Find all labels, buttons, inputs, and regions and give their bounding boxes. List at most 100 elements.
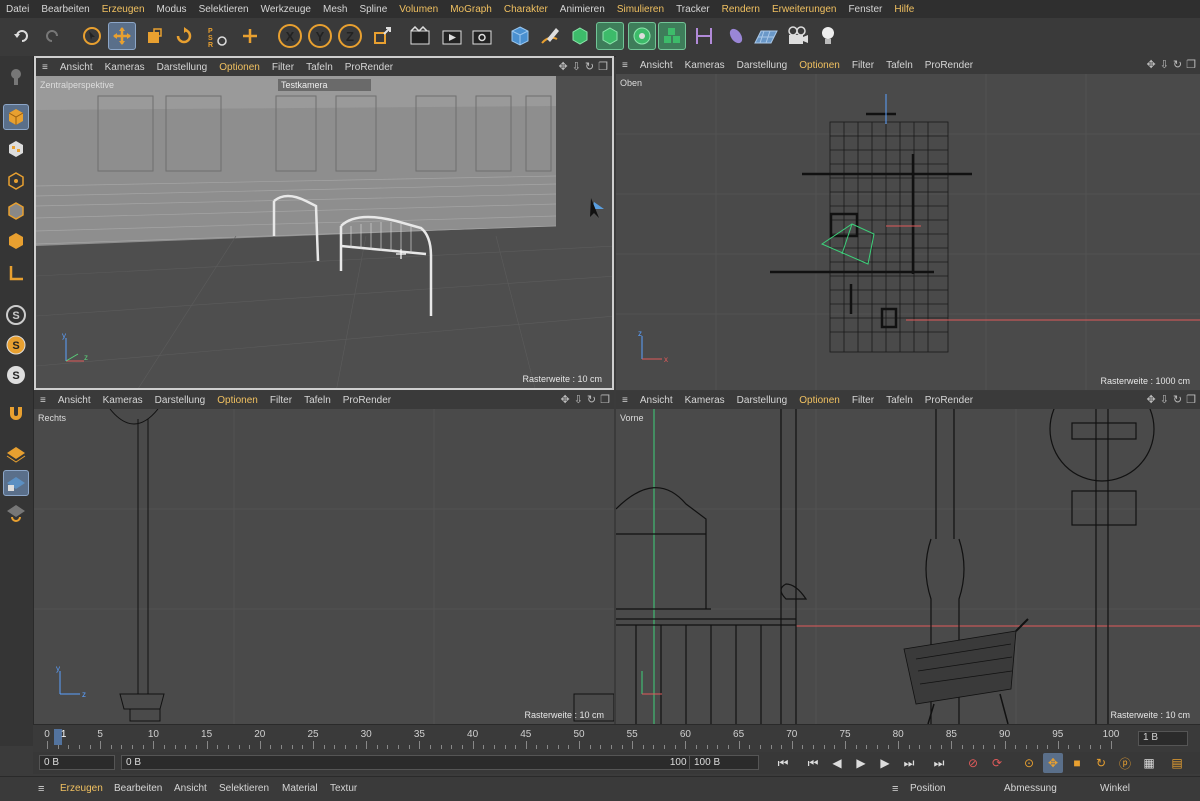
snap-icon[interactable]: S xyxy=(3,302,29,328)
key-position-icon[interactable]: ✥ xyxy=(1043,753,1063,773)
menu-item-volumen[interactable]: Volumen xyxy=(393,4,444,15)
cube-icon[interactable] xyxy=(506,22,534,50)
viewport-menu-darstellung[interactable]: Darstellung xyxy=(731,60,794,71)
light-icon[interactable] xyxy=(814,22,842,50)
make-editable-icon[interactable] xyxy=(3,64,29,90)
menu-item-selektieren[interactable]: Selektieren xyxy=(193,4,255,15)
axis-y-icon[interactable]: Y xyxy=(308,24,332,48)
viewport-menu-darstellung[interactable]: Darstellung xyxy=(731,395,794,406)
menu-item-modus[interactable]: Modus xyxy=(151,4,193,15)
go-to-start-icon[interactable]: ⏮ xyxy=(773,753,793,773)
viewport-menu-optionen[interactable]: Optionen xyxy=(793,395,846,406)
edge-mode-icon[interactable] xyxy=(3,198,29,224)
render-settings-icon[interactable] xyxy=(468,22,496,50)
viewport-menu-tafeln[interactable]: Tafeln xyxy=(298,395,337,406)
menu-erzeugen[interactable]: Erzeugen xyxy=(60,783,103,794)
viewport-menu-kameras[interactable]: Kameras xyxy=(97,395,149,406)
axis-x-icon[interactable]: X xyxy=(278,24,302,48)
camera-indicator[interactable]: Testkamera xyxy=(278,79,371,91)
menu-item-spline[interactable]: Spline xyxy=(353,4,393,15)
undo-icon[interactable] xyxy=(8,22,36,50)
model-mode-icon[interactable] xyxy=(3,104,29,130)
viewport-hamburger-icon[interactable]: ≡ xyxy=(36,62,54,73)
magnet-icon[interactable] xyxy=(3,400,29,426)
dolly-icon[interactable]: ⇩ xyxy=(574,393,583,406)
axis-z-icon[interactable]: Z xyxy=(338,24,362,48)
menu-item-rendern[interactable]: Rendern xyxy=(716,4,766,15)
orbit-icon[interactable]: ↻ xyxy=(1173,58,1182,71)
psr-icon[interactable]: PSR xyxy=(204,22,232,50)
keyframe-selection-icon[interactable]: ⊙ xyxy=(1019,753,1039,773)
pan-icon[interactable]: ✥ xyxy=(1146,58,1155,71)
coordinate-system-icon[interactable] xyxy=(368,22,396,50)
viewport-menu-ansicht[interactable]: Ansicht xyxy=(634,395,679,406)
orbit-icon[interactable]: ↻ xyxy=(587,393,596,406)
viewport-hamburger-icon[interactable]: ≡ xyxy=(616,60,634,71)
viewport-menu-tafeln[interactable]: Tafeln xyxy=(880,395,919,406)
render-view-icon[interactable] xyxy=(406,22,434,50)
move-icon[interactable] xyxy=(108,22,136,50)
axis-mode-icon[interactable] xyxy=(3,260,29,286)
record-keys-icon[interactable]: ⊘ xyxy=(963,753,983,773)
select-icon[interactable] xyxy=(78,22,106,50)
viewport-menu-darstellung[interactable]: Darstellung xyxy=(151,62,214,73)
subdivision-icon[interactable] xyxy=(566,22,594,50)
viewport-hamburger-icon[interactable]: ≡ xyxy=(34,395,52,406)
viewport-menu-kameras[interactable]: Kameras xyxy=(99,62,151,73)
viewport-menu-kameras[interactable]: Kameras xyxy=(679,60,731,71)
rotate-icon[interactable] xyxy=(170,22,198,50)
maximize-icon[interactable]: ❐ xyxy=(600,393,610,406)
deformer-icon[interactable] xyxy=(722,22,750,50)
menu-item-datei[interactable]: Datei xyxy=(0,4,35,15)
next-frame-icon[interactable]: ▶ xyxy=(875,753,895,773)
workplane-icon[interactable]: S xyxy=(3,362,29,388)
menu-material[interactable]: Material xyxy=(282,783,318,794)
dolly-icon[interactable]: ⇩ xyxy=(1160,393,1169,406)
menu-item-mesh[interactable]: Mesh xyxy=(317,4,353,15)
timeline-ruler[interactable]: 0 5 10 15 20 25 30 35 40 45 50 55 60 65 70 75 80 85 90 95 10… xyxy=(33,724,1200,753)
menu-item-hilfe[interactable]: Hilfe xyxy=(888,4,920,15)
menu-ansicht[interactable]: Ansicht xyxy=(174,783,207,794)
point-mode-icon[interactable] xyxy=(3,168,29,194)
viewport-menu-tafeln[interactable]: Tafeln xyxy=(880,60,919,71)
viewport-perspective[interactable]: ≡ Ansicht Kameras Darstellung Optionen Filter… xyxy=(34,56,614,390)
key-scale-icon[interactable]: ■ xyxy=(1067,753,1087,773)
dolly-icon[interactable]: ⇩ xyxy=(572,60,581,73)
maximize-icon[interactable]: ❐ xyxy=(1186,58,1196,71)
menu-item-tracker[interactable]: Tracker xyxy=(670,4,716,15)
viewport-menu-darstellung[interactable]: Darstellung xyxy=(149,395,212,406)
snap-settings-icon[interactable]: S xyxy=(3,332,29,358)
menu-bearbeiten[interactable]: Bearbeiten xyxy=(114,783,162,794)
autokey-icon[interactable]: ⟳ xyxy=(987,753,1007,773)
extrude-icon[interactable] xyxy=(596,22,624,50)
orbit-icon[interactable]: ↻ xyxy=(1173,393,1182,406)
previous-key-icon[interactable]: ⏮ xyxy=(803,753,823,773)
pan-icon[interactable]: ✥ xyxy=(558,60,567,73)
menu-item-mograph[interactable]: MoGraph xyxy=(444,4,498,15)
polygon-mode-icon[interactable] xyxy=(3,228,29,254)
redo-icon[interactable] xyxy=(38,22,66,50)
start-frame-field[interactable]: 0 B xyxy=(39,755,115,770)
end-frame-field[interactable]: 100 B xyxy=(689,755,759,770)
viewport-menu-kameras[interactable]: Kameras xyxy=(679,395,731,406)
viewport-menu-ansicht[interactable]: Ansicht xyxy=(54,62,99,73)
next-key-icon[interactable]: ⏭ xyxy=(899,753,919,773)
key-parameter-icon[interactable]: ⓟ xyxy=(1115,753,1135,773)
menu-icon[interactable]: ≡ xyxy=(892,783,898,795)
menu-item-charakter[interactable]: Charakter xyxy=(498,4,554,15)
viewport-menu-optionen[interactable]: Optionen xyxy=(213,62,266,73)
orbit-icon[interactable]: ↻ xyxy=(585,60,594,73)
menu-item-bearbeiten[interactable]: Bearbeiten xyxy=(35,4,95,15)
viewport-menu-tafeln[interactable]: Tafeln xyxy=(300,62,339,73)
mograph-icon[interactable] xyxy=(658,22,686,50)
add-icon[interactable] xyxy=(236,22,264,50)
menu-item-werkzeuge[interactable]: Werkzeuge xyxy=(255,4,317,15)
menu-textur[interactable]: Textur xyxy=(330,783,357,794)
floor-icon[interactable] xyxy=(752,22,780,50)
viewport-menu-filter[interactable]: Filter xyxy=(846,395,880,406)
menu-selektieren[interactable]: Selektieren xyxy=(219,783,269,794)
pan-icon[interactable]: ✥ xyxy=(1146,393,1155,406)
scheme-icon[interactable]: ▤ xyxy=(1167,753,1187,773)
key-pla-icon[interactable]: ▦ xyxy=(1139,753,1159,773)
preview-range-slider[interactable]: 0 B 100 B xyxy=(121,755,703,770)
